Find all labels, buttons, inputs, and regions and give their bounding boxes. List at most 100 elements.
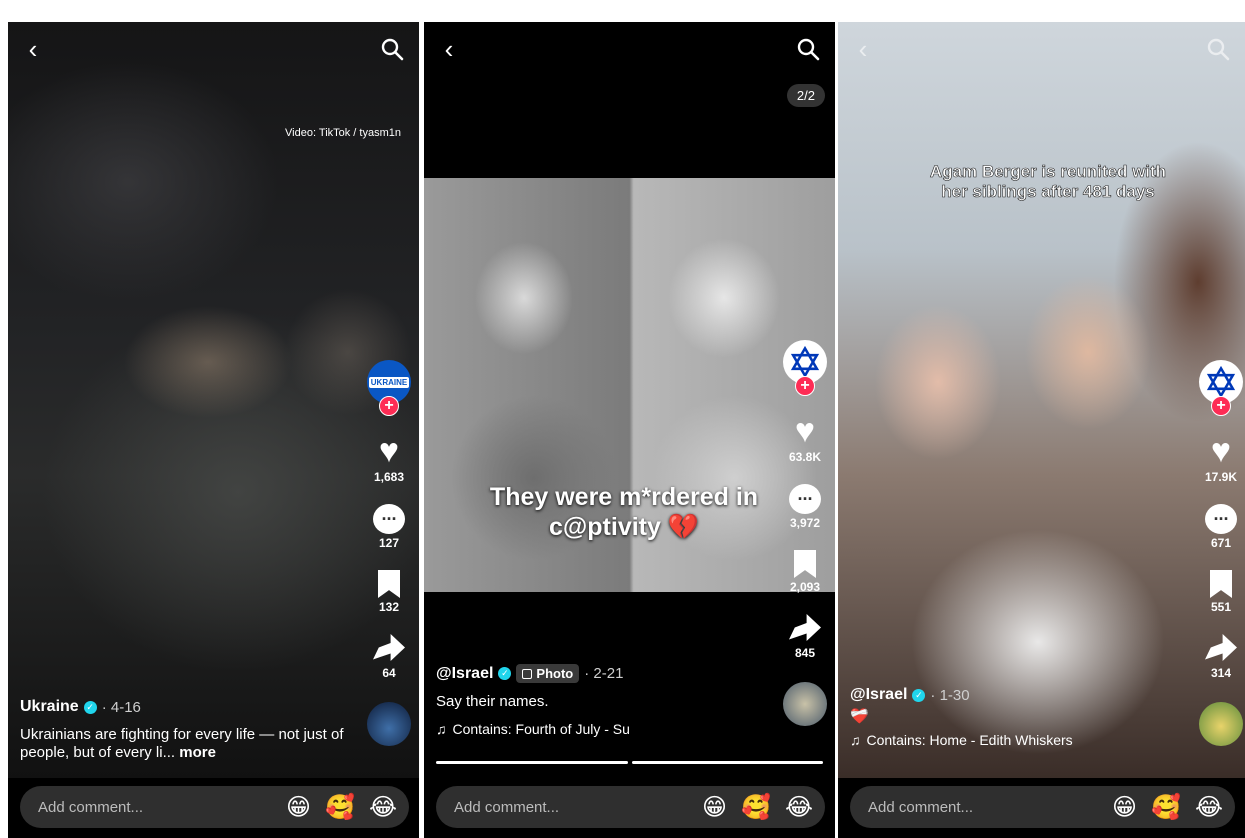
like-count: 1,683 xyxy=(373,470,405,484)
music-info[interactable]: ♫ Contains: Home - Edith Whiskers xyxy=(850,732,1180,748)
caption: Ukraine ✓ · 4-16 Ukrainians are fighting… xyxy=(20,698,350,762)
like-button[interactable]: ♥ 17.9K xyxy=(1205,434,1237,484)
save-button[interactable]: 132 xyxy=(378,570,400,614)
creator-name[interactable]: @Israel ✓ · 1-30 xyxy=(850,686,1180,704)
back-icon[interactable]: ‹ xyxy=(18,34,48,64)
share-count: 64 xyxy=(382,666,396,680)
video-frame[interactable] xyxy=(838,22,1245,778)
back-icon[interactable]: ‹ xyxy=(848,34,878,64)
follow-button[interactable]: + xyxy=(379,396,399,416)
creator-name[interactable]: @Israel ✓ Photo · 2-21 xyxy=(436,664,766,683)
heart-icon: ♥ xyxy=(794,412,816,450)
heart-icon: ♥ xyxy=(378,432,400,470)
action-rail: UKRAINE + ♥ 1,683 ··· 127 132 64 xyxy=(365,360,413,746)
hearts-emoji-icon[interactable]: 🥰 xyxy=(1151,793,1181,822)
star-of-david-icon xyxy=(1206,365,1236,399)
share-button[interactable]: 314 xyxy=(1205,634,1237,680)
music-disc-icon[interactable] xyxy=(1199,702,1243,746)
hearts-emoji-icon[interactable]: 🥰 xyxy=(741,793,771,822)
verified-icon: ✓ xyxy=(83,700,97,714)
comment-input[interactable]: Add comment... 😁 🥰 😂 xyxy=(850,786,1235,828)
save-button[interactable]: 551 xyxy=(1210,570,1232,614)
comment-placeholder: Add comment... xyxy=(454,798,560,816)
grin-emoji-icon[interactable]: 😁 xyxy=(1112,793,1137,822)
share-button[interactable]: 64 xyxy=(373,634,405,680)
creator-avatar[interactable]: + xyxy=(1199,360,1243,416)
action-rail: + ♥ 17.9K ··· 671 551 314 xyxy=(1197,360,1245,746)
save-button[interactable]: 2,093 xyxy=(790,550,820,594)
video-overlay-text: Agam Berger is reunited with her sibling… xyxy=(929,162,1167,202)
post-date: · 4-16 xyxy=(101,698,141,716)
bookmark-icon xyxy=(794,550,816,578)
share-icon xyxy=(373,634,405,661)
comment-count: 671 xyxy=(1210,536,1232,550)
creator-avatar[interactable]: + xyxy=(783,340,827,396)
video-panel-ukraine[interactable]: ‹ Video: TikTok / tyasm1n UKRAINE + ♥ 1,… xyxy=(8,22,419,838)
laugh-emoji-icon[interactable]: 😂 xyxy=(785,793,813,822)
share-count: 314 xyxy=(1210,666,1232,680)
verified-icon: ✓ xyxy=(498,667,512,680)
comment-placeholder: Add comment... xyxy=(38,798,144,816)
description: Ukrainians are fighting for every life —… xyxy=(20,726,350,762)
video-panel-israel[interactable]: ‹ Agam Berger is reunited with her sibli… xyxy=(838,22,1245,838)
like-button[interactable]: ♥ 63.8K xyxy=(789,414,821,464)
music-disc-icon[interactable] xyxy=(367,702,411,746)
photo-icon xyxy=(522,668,533,679)
photo-panel-israel[interactable]: ‹ 2/2 They were m*rdered in c@ptivity 💔 … xyxy=(424,22,835,838)
comment-input[interactable]: Add comment... 😁 🥰 😂 xyxy=(436,786,825,828)
music-title: Contains: Fourth of July - Su xyxy=(452,721,630,737)
heart-icon: ♥ xyxy=(1210,432,1232,470)
like-button[interactable]: ♥ 1,683 xyxy=(374,434,404,484)
search-icon[interactable] xyxy=(377,34,407,64)
username[interactable]: @Israel xyxy=(850,686,907,704)
grin-emoji-icon[interactable]: 😁 xyxy=(286,793,311,822)
username[interactable]: @Israel xyxy=(436,665,493,683)
bookmark-icon xyxy=(1210,570,1232,598)
share-icon xyxy=(1205,634,1237,661)
more-link[interactable]: more xyxy=(179,744,216,761)
post-date: · 1-30 xyxy=(930,686,970,704)
photo-page-count: 2/2 xyxy=(786,84,825,107)
progress-segment xyxy=(631,761,823,764)
creator-name[interactable]: Ukraine ✓ · 4-16 xyxy=(20,698,350,716)
description: ❤️‍🩹 xyxy=(850,708,869,725)
follow-button[interactable]: + xyxy=(1211,396,1231,416)
save-count: 132 xyxy=(378,600,400,614)
save-count: 2,093 xyxy=(789,580,821,594)
like-count: 63.8K xyxy=(788,450,822,464)
save-count: 551 xyxy=(1210,600,1232,614)
search-icon[interactable] xyxy=(1203,34,1233,64)
comment-button[interactable]: ··· 671 xyxy=(1205,504,1237,550)
share-icon xyxy=(789,614,821,641)
hearts-emoji-icon[interactable]: 🥰 xyxy=(325,793,355,822)
video-credit: Video: TikTok / tyasm1n xyxy=(285,127,401,139)
laugh-emoji-icon[interactable]: 😂 xyxy=(369,793,397,822)
creator-avatar[interactable]: UKRAINE + xyxy=(367,360,411,416)
bookmark-icon xyxy=(378,570,400,598)
music-note-icon: ♫ xyxy=(850,732,861,748)
description: Say their names. xyxy=(436,693,549,710)
caption: @Israel ✓ · 1-30 ❤️‍🩹 ♫ Contains: Home -… xyxy=(850,686,1180,748)
music-info[interactable]: ♫ Contains: Fourth of July - Su xyxy=(436,721,766,737)
search-icon[interactable] xyxy=(793,34,823,64)
comment-button[interactable]: ··· 127 xyxy=(373,504,405,550)
comment-input[interactable]: Add comment... 😁 🥰 😂 xyxy=(20,786,409,828)
laugh-emoji-icon[interactable]: 😂 xyxy=(1195,793,1223,822)
back-icon[interactable]: ‹ xyxy=(434,34,464,64)
comment-icon: ··· xyxy=(1205,504,1237,534)
music-title: Contains: Home - Edith Whiskers xyxy=(866,732,1073,748)
photo-badge-label: Photo xyxy=(536,666,574,681)
star-of-david-icon xyxy=(790,345,820,379)
post-date: · 2-21 xyxy=(584,665,624,682)
photo-overlay-text: They were m*rdered in c@ptivity 💔 xyxy=(489,483,759,541)
follow-button[interactable]: + xyxy=(795,376,815,396)
music-note-icon: ♫ xyxy=(436,721,447,737)
verified-icon: ✓ xyxy=(912,688,926,702)
share-button[interactable]: 845 xyxy=(789,614,821,660)
comment-button[interactable]: ··· 3,972 xyxy=(789,484,821,530)
music-disc-icon[interactable] xyxy=(783,682,827,726)
share-count: 845 xyxy=(794,646,816,660)
username[interactable]: Ukraine xyxy=(20,698,79,716)
comment-icon: ··· xyxy=(789,484,821,514)
grin-emoji-icon[interactable]: 😁 xyxy=(702,793,727,822)
